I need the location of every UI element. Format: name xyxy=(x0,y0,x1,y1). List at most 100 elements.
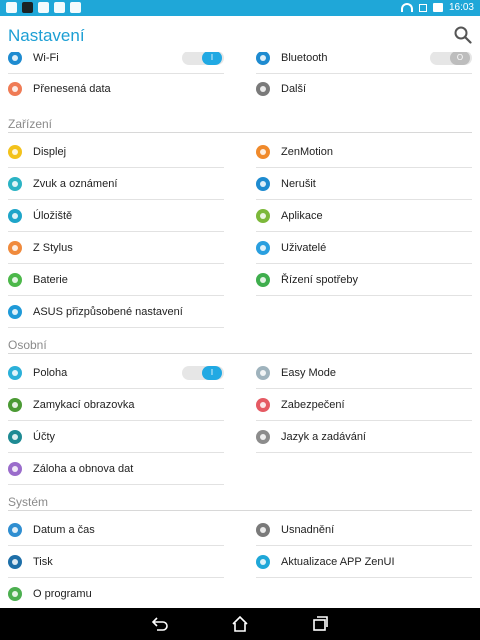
storage-icon xyxy=(8,209,22,223)
status-bar: 16:03 xyxy=(0,0,480,16)
settings-toggle[interactable]: I xyxy=(182,366,224,380)
power-icon xyxy=(256,273,270,287)
settings-item-label: Tisk xyxy=(33,556,53,568)
users-icon xyxy=(256,241,270,255)
settings-item[interactable]: Z Stylus xyxy=(8,232,224,264)
accounts-icon xyxy=(8,430,22,444)
settings-item[interactable]: Zabezpečení xyxy=(256,389,472,421)
settings-item[interactable]: Zvuk a oznámení xyxy=(8,168,224,200)
notification-icons xyxy=(6,2,81,13)
settings-item-label: Easy Mode xyxy=(281,367,337,379)
security-icon xyxy=(256,398,270,412)
settings-list: Wi-Fi I Bluetooth O Přenesená data Další… xyxy=(0,52,480,608)
settings-item-label: Zabezpečení xyxy=(281,399,345,411)
settings-item-wifi[interactable]: Wi-Fi I xyxy=(8,52,224,74)
do-not-disturb-icon xyxy=(256,177,270,191)
about-icon xyxy=(8,587,22,601)
section-header-personal: Osobní xyxy=(8,338,47,352)
settings-item-label: Displej xyxy=(33,146,67,158)
notification-icon xyxy=(38,2,49,13)
settings-item[interactable]: Datum a čas xyxy=(8,514,224,546)
notification-icon xyxy=(22,2,33,13)
settings-item[interactable]: O programu xyxy=(8,578,224,608)
settings-item-label: Aktualizace APP ZenUI xyxy=(281,556,395,568)
display-icon xyxy=(8,145,22,159)
settings-item-label: Wi-Fi xyxy=(33,52,59,64)
wifi-status-icon xyxy=(400,3,413,12)
home-icon[interactable] xyxy=(231,615,249,633)
wifi-icon xyxy=(8,52,22,65)
battery-status-icon xyxy=(432,3,443,12)
update-icon xyxy=(256,555,270,569)
settings-item-label: Záloha a obnova dat xyxy=(33,463,134,475)
settings-item[interactable]: Baterie xyxy=(8,264,224,296)
settings-item-label: Baterie xyxy=(33,274,68,286)
settings-item-label: Přenesená data xyxy=(33,83,111,95)
settings-item-label: O programu xyxy=(33,588,92,600)
wifi-toggle[interactable]: I xyxy=(182,52,224,65)
settings-item[interactable]: Usnadnění xyxy=(256,514,472,546)
settings-item-label: Zvuk a oznámení xyxy=(33,178,118,190)
settings-item[interactable]: Uživatelé xyxy=(256,232,472,264)
settings-item[interactable]: ZenMotion xyxy=(256,136,472,168)
settings-item[interactable]: Zamykací obrazovka xyxy=(8,389,224,421)
settings-item-more[interactable]: Další xyxy=(256,73,472,105)
section-header-device: Zařízení xyxy=(8,117,53,131)
settings-item-bluetooth[interactable]: Bluetooth O xyxy=(256,52,472,74)
toggle-knob: I xyxy=(202,52,222,65)
stylus-icon xyxy=(8,241,22,255)
language-icon xyxy=(256,430,270,444)
settings-item-label: Usnadnění xyxy=(281,524,335,536)
settings-item-label: Datum a čas xyxy=(33,524,95,536)
section-divider xyxy=(8,132,472,133)
settings-item-data-usage[interactable]: Přenesená data xyxy=(8,73,224,105)
settings-item-label: Aplikace xyxy=(281,210,323,222)
screenshot-status-icon xyxy=(418,3,427,12)
divider xyxy=(256,577,472,578)
toggle-knob: O xyxy=(450,52,470,65)
settings-item[interactable]: Displej xyxy=(8,136,224,168)
settings-item[interactable]: Aplikace xyxy=(256,200,472,232)
settings-item-label: Nerušit xyxy=(281,178,316,190)
settings-item-label: ASUS přizpůsobené nastavení xyxy=(33,306,183,318)
asus-custom-icon xyxy=(8,305,22,319)
location-icon xyxy=(8,366,22,380)
recent-apps-icon[interactable] xyxy=(311,615,329,633)
settings-item[interactable]: Jazyk a zadávání xyxy=(256,421,472,453)
settings-item-label: Účty xyxy=(33,431,55,443)
apps-icon xyxy=(256,209,270,223)
settings-item[interactable]: Záloha a obnova dat xyxy=(8,453,224,485)
settings-item-label: Řízení spotřeby xyxy=(281,274,359,286)
settings-item-label: Zamykací obrazovka xyxy=(33,399,135,411)
action-bar: Nastavení xyxy=(0,16,480,52)
section-divider xyxy=(8,510,472,511)
clock-icon xyxy=(8,523,22,537)
bluetooth-toggle[interactable]: O xyxy=(430,52,472,65)
settings-item[interactable]: Easy Mode xyxy=(256,357,472,389)
more-icon xyxy=(256,82,270,96)
notification-icon xyxy=(54,2,65,13)
settings-item[interactable]: Úložiště xyxy=(8,200,224,232)
settings-item[interactable]: Tisk xyxy=(8,546,224,578)
easy-mode-icon xyxy=(256,366,270,380)
notification-icon xyxy=(70,2,81,13)
notification-icon xyxy=(6,2,17,13)
bluetooth-icon xyxy=(256,52,270,65)
settings-item[interactable]: ASUS přizpůsobené nastavení xyxy=(8,296,224,328)
settings-item[interactable]: Účty xyxy=(8,421,224,453)
settings-item[interactable]: Aktualizace APP ZenUI xyxy=(256,546,472,578)
settings-item-label: Z Stylus xyxy=(33,242,73,254)
settings-item-label: Uživatelé xyxy=(281,242,327,254)
sound-icon xyxy=(8,177,22,191)
divider xyxy=(256,452,472,453)
clock: 16:03 xyxy=(448,2,474,13)
settings-item[interactable]: Poloha I xyxy=(8,357,224,389)
back-icon[interactable] xyxy=(151,615,169,633)
section-divider xyxy=(8,353,472,354)
settings-item[interactable]: Řízení spotřeby xyxy=(256,264,472,296)
backup-icon xyxy=(8,462,22,476)
settings-item-label: Jazyk a zadávání xyxy=(281,431,366,443)
settings-item[interactable]: Nerušit xyxy=(256,168,472,200)
search-icon[interactable] xyxy=(454,26,472,44)
settings-item-label: Poloha xyxy=(33,367,68,379)
